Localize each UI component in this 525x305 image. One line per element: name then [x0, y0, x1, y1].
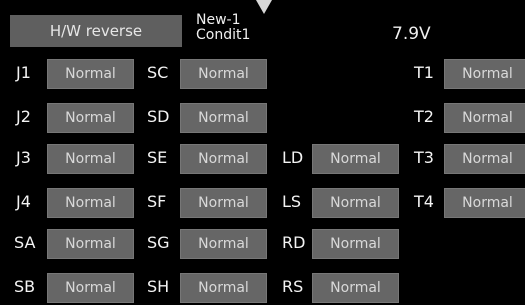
reverse-button-j2[interactable]: Normal [47, 103, 134, 133]
channel-label-j4: J4 [16, 192, 31, 211]
channel-label-rs: RS [282, 277, 304, 296]
reverse-button-sa[interactable]: Normal [47, 229, 134, 259]
channel-label-se: SE [147, 148, 168, 167]
reverse-button-ls[interactable]: Normal [312, 188, 399, 218]
channel-label-sf: SF [147, 192, 167, 211]
channel-label-j2: J2 [16, 107, 31, 126]
channel-label-sc: SC [147, 63, 169, 82]
channel-label-rd: RD [282, 233, 306, 252]
channel-label-sa: SA [14, 233, 36, 252]
reverse-button-rs[interactable]: Normal [312, 273, 399, 303]
reverse-button-sd[interactable]: Normal [180, 103, 267, 133]
reverse-button-se[interactable]: Normal [180, 144, 267, 174]
channel-label-j3: J3 [16, 148, 31, 167]
reverse-button-sb[interactable]: Normal [47, 273, 134, 303]
reverse-button-sg[interactable]: Normal [180, 229, 267, 259]
channel-label-sg: SG [147, 233, 170, 252]
reverse-button-ld[interactable]: Normal [312, 144, 399, 174]
reverse-button-j3[interactable]: Normal [47, 144, 134, 174]
channel-label-t1: T1 [414, 63, 434, 82]
channel-label-sd: SD [147, 107, 170, 126]
channel-label-sh: SH [147, 277, 170, 296]
channel-label-t3: T3 [414, 148, 434, 167]
reverse-button-sc[interactable]: Normal [180, 59, 267, 89]
model-name: New-1 [196, 12, 241, 28]
page-title: H/W reverse [10, 15, 182, 47]
reverse-button-j4[interactable]: Normal [47, 188, 134, 218]
reverse-button-sh[interactable]: Normal [180, 273, 267, 303]
channel-label-ls: LS [282, 192, 302, 211]
channel-label-sb: SB [14, 277, 36, 296]
channel-label-t2: T2 [414, 107, 434, 126]
hw-reverse-screen: H/W reverse New-1 Condit1 7.9V J1 Normal… [0, 0, 525, 305]
condition-name: Condit1 [196, 27, 251, 43]
reverse-button-t1[interactable]: Normal [444, 59, 525, 89]
reverse-button-t2[interactable]: Normal [444, 103, 525, 133]
reverse-button-rd[interactable]: Normal [312, 229, 399, 259]
reverse-button-sf[interactable]: Normal [180, 188, 267, 218]
reverse-button-t4[interactable]: Normal [444, 188, 525, 218]
channel-label-j1: J1 [16, 63, 31, 82]
reverse-button-j1[interactable]: Normal [47, 59, 134, 89]
channel-label-t4: T4 [414, 192, 434, 211]
model-info: New-1 Condit1 [196, 13, 250, 43]
channel-label-ld: LD [282, 148, 304, 167]
battery-voltage: 7.9V [392, 24, 431, 44]
down-triangle-icon [256, 0, 272, 14]
reverse-button-t3[interactable]: Normal [444, 144, 525, 174]
